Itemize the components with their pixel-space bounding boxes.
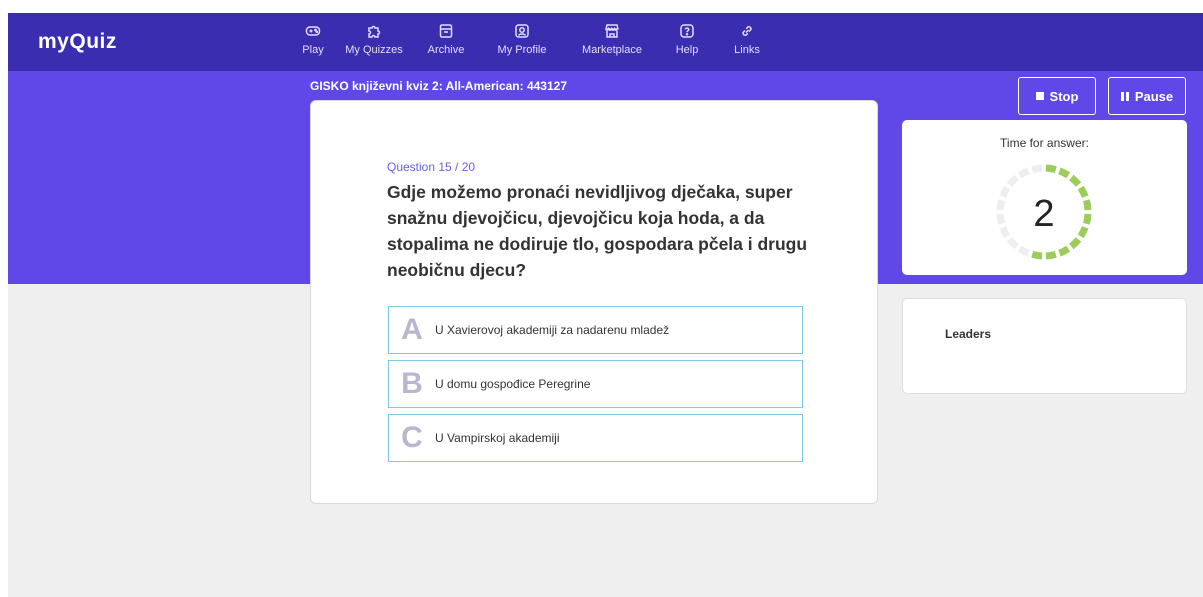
timer-value: 2	[1033, 193, 1054, 235]
answer-text: U domu gospođice Peregrine	[435, 377, 591, 391]
nav-items: Play My Quizzes Archive My Profile Marke…	[290, 13, 780, 71]
link-icon	[742, 26, 752, 36]
app-frame: myQuiz Play My Quizzes Archive My Profil…	[8, 13, 1203, 597]
timer-segment	[1069, 237, 1082, 250]
nav-item-help[interactable]: Help	[660, 13, 714, 71]
nav-item-label: Links	[734, 44, 760, 56]
timer-segment	[1083, 199, 1092, 211]
timer-segment	[1083, 213, 1092, 225]
timer-segment	[1017, 245, 1030, 257]
timer-segment	[1045, 251, 1057, 260]
timer-segment	[1069, 174, 1082, 187]
logo-text-q: Q	[69, 30, 87, 53]
stop-icon	[1035, 92, 1044, 100]
nav-item-my-profile[interactable]: My Profile	[480, 13, 564, 71]
nav-item-label: Marketplace	[582, 44, 642, 56]
answer-option-c[interactable]: C U Vampirskoj akademiji	[388, 414, 803, 462]
timer-segment	[996, 199, 1005, 211]
timer-segment	[1058, 245, 1071, 257]
quiz-title: GISKO književni kviz 2: All-American: 44…	[310, 79, 567, 93]
timer-segment	[1031, 164, 1043, 173]
nav-item-play[interactable]: Play	[290, 13, 336, 71]
nav-item-label: Archive	[427, 44, 465, 56]
stop-button[interactable]: Stop	[1018, 77, 1096, 115]
timer-label: Time for answer:	[1000, 136, 1089, 150]
question-text: Gdje možemo pronaći nevidljivog dječaka,…	[387, 182, 808, 280]
pause-button[interactable]: Pause	[1108, 77, 1186, 115]
nav-item-label: My Profile	[497, 44, 547, 56]
profile-icon	[515, 24, 529, 38]
answer-letter: A	[401, 313, 423, 346]
top-navigation: myQuiz Play My Quizzes Archive My Profil…	[8, 13, 1203, 71]
timer-card: Time for answer: 2	[902, 120, 1187, 275]
nav-item-label: Help	[675, 44, 699, 56]
nav-item-my-quizzes[interactable]: My Quizzes	[336, 13, 412, 71]
nav-item-marketplace[interactable]: Marketplace	[564, 13, 660, 71]
timer-segment	[999, 185, 1011, 198]
nav-item-links[interactable]: Links	[714, 13, 780, 71]
archive-icon	[439, 24, 453, 38]
timer-segment	[999, 226, 1011, 239]
answer-letter: B	[401, 367, 423, 400]
leaders-title: Leaders	[945, 327, 992, 341]
timer-segment	[1031, 251, 1043, 260]
page: myQuiz Play My Quizzes Archive My Profil…	[0, 0, 1203, 597]
pause-button-label: Pause	[1134, 88, 1174, 104]
leaders-card: Leaders	[902, 298, 1187, 394]
nav-item-archive[interactable]: Archive	[412, 13, 480, 71]
answer-text: U Xavierovoj akademiji za nadarenu mlade…	[435, 323, 670, 337]
timer-segment	[1045, 164, 1057, 173]
answer-option-b[interactable]: B U domu gospođice Peregrine	[388, 360, 803, 408]
answer-text: U Vampirskoj akademiji	[435, 431, 560, 445]
gamepad-icon	[305, 26, 321, 36]
answer-option-a[interactable]: A U Xavierovoj akademiji za nadarenu mla…	[388, 306, 803, 354]
store-icon	[605, 24, 619, 38]
puzzle-icon	[368, 25, 381, 38]
logo-text-suffix: uiz	[86, 30, 117, 53]
timer-segment	[1006, 237, 1019, 250]
pause-icon	[1120, 91, 1129, 101]
logo-text-prefix: my	[38, 30, 70, 53]
logo[interactable]: myQuiz	[38, 30, 117, 54]
help-icon	[680, 24, 694, 38]
timer-segment	[996, 213, 1005, 225]
timer-segment	[1006, 174, 1019, 187]
timer-segment	[1017, 167, 1030, 179]
nav-item-label: Play	[302, 44, 324, 56]
timer-ring: 2	[996, 164, 1092, 260]
nav-item-label: My Quizzes	[345, 44, 403, 56]
timer-segment	[1077, 226, 1089, 239]
timer-segment	[1077, 185, 1089, 198]
timer-segment	[1058, 167, 1071, 179]
stop-button-label: Stop	[1049, 88, 1079, 104]
question-number: Question 15 / 20	[387, 160, 476, 174]
answer-letter: C	[401, 421, 423, 454]
question-card: Question 15 / 20 Gdje možemo pronaći nev…	[310, 100, 878, 504]
